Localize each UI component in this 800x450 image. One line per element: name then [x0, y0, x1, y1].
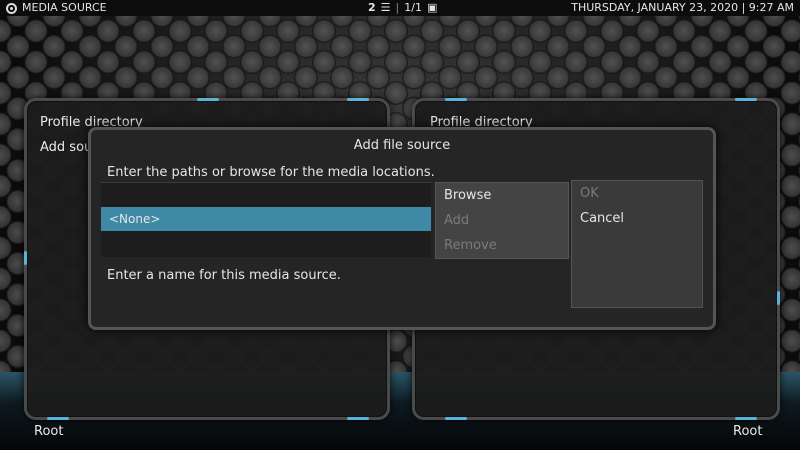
datetime: THURSDAY, JANUARY 23, 2020 | 9:27 AM [571, 1, 794, 14]
remove-button[interactable]: Remove [436, 233, 568, 258]
left-root-label[interactable]: Root [34, 424, 63, 439]
top-bar: MEDIA SOURCE 2 ☰ | 1/1 ▣ THURSDAY, JANUA… [0, 0, 800, 16]
view-count: 2 [368, 1, 376, 14]
panel-accent [197, 98, 219, 101]
path-item-none[interactable]: <None> [101, 207, 431, 231]
page-indicator: 1/1 [404, 1, 422, 14]
panel-accent [47, 417, 69, 420]
dialog-title: Add file source [353, 138, 451, 153]
name-hint: Enter a name for this media source. [107, 268, 341, 283]
path-actions: Browse Add Remove [435, 182, 569, 259]
panel-accent [735, 98, 757, 101]
separator: | [395, 1, 400, 14]
gear-icon [6, 2, 17, 14]
panel-accent [735, 417, 757, 420]
ok-button[interactable]: OK [572, 181, 702, 206]
panel-accent [777, 291, 780, 305]
panel-accent [24, 251, 27, 265]
browse-button[interactable]: Browse [436, 183, 568, 208]
paths-hint: Enter the paths or browse for the media … [107, 165, 435, 180]
panel-accent [445, 417, 467, 420]
cancel-button[interactable]: Cancel [572, 206, 702, 231]
folder-icon: ▣ [426, 1, 438, 14]
panel-accent [347, 417, 369, 420]
add-file-source-dialog: Add file source Enter the paths or brows… [88, 127, 716, 330]
list-view-icon: ☰ [380, 1, 391, 14]
path-list[interactable]: <None> [101, 182, 431, 257]
right-root-label[interactable]: Root [733, 424, 762, 439]
dialog-actions: OK Cancel [571, 180, 703, 308]
add-button[interactable]: Add [436, 208, 568, 233]
window-title: MEDIA SOURCE [22, 1, 107, 14]
left-panel-add-item[interactable]: Add sou [40, 140, 92, 155]
panel-accent [445, 98, 467, 101]
panel-accent [347, 98, 369, 101]
